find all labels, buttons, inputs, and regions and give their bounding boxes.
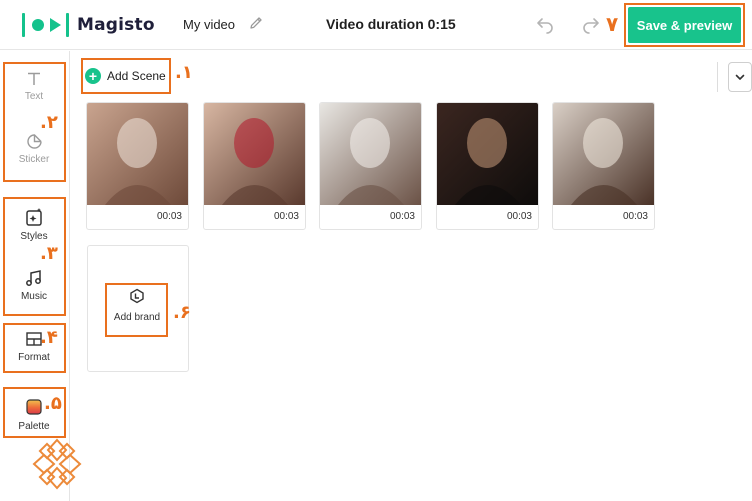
add-brand-button[interactable]: Add brand — [107, 288, 167, 323]
annotation-number-5: .۵ — [44, 393, 62, 414]
scene-card[interactable]: 00:03 — [86, 102, 189, 230]
video-duration: Video duration 0:15 — [326, 16, 456, 32]
scene-duration: 00:03 — [156, 211, 182, 222]
annotation-number-2: .۲ — [40, 112, 58, 133]
plus-circle-icon: + — [85, 68, 101, 84]
annotation-number-1: .۱ — [175, 62, 193, 83]
sidebar-item-label: Palette — [18, 421, 50, 432]
scene-thumbnail — [553, 103, 654, 205]
scene-thumbnail — [204, 103, 305, 205]
add-scene-label: Add Scene — [107, 69, 166, 83]
music-icon — [26, 270, 41, 286]
decorative-watermark-logo — [32, 438, 82, 490]
palette-icon — [26, 399, 42, 415]
styles-icon — [26, 208, 42, 226]
edit-pencil-icon[interactable] — [248, 15, 264, 31]
divider — [717, 62, 718, 92]
annotation-number-6: .۶ — [173, 302, 191, 323]
sidebar-item-label: Sticker — [18, 154, 50, 165]
sidebar-item-text[interactable]: Text — [4, 71, 64, 102]
chevron-down-icon — [735, 74, 745, 80]
sidebar-item-label: Music — [20, 291, 48, 302]
collapse-toggle-button[interactable] — [728, 62, 752, 92]
text-icon — [28, 72, 40, 85]
scene-duration: 00:03 — [389, 211, 415, 222]
logo-record-icon — [32, 19, 44, 31]
scene-thumbnail — [437, 103, 538, 205]
scene-duration: 00:03 — [273, 211, 299, 222]
scene-card[interactable]: 00:03 — [203, 102, 306, 230]
add-brand-label: Add brand — [113, 312, 161, 323]
sidebar-item-styles[interactable]: Styles — [4, 207, 64, 242]
scene-thumbnail — [87, 103, 188, 205]
logo-play-icon — [50, 18, 61, 32]
brand-logo-icon — [130, 288, 144, 304]
scene-card[interactable]: 00:03 — [319, 102, 422, 230]
scene-duration: 00:03 — [622, 211, 648, 222]
scene-card[interactable]: 00:03 — [552, 102, 655, 230]
sidebar-item-label: Text — [24, 91, 44, 102]
sidebar-item-music[interactable]: Music — [4, 269, 64, 302]
sticker-icon — [26, 134, 42, 149]
logo-text: Magisto — [77, 15, 155, 35]
undo-icon[interactable] — [535, 14, 555, 34]
scene-duration: 00:03 — [506, 211, 532, 222]
scene-card[interactable]: 00:03 — [436, 102, 539, 230]
project-title[interactable]: My video — [183, 17, 235, 32]
annotation-number-4: .۴ — [40, 327, 58, 348]
sidebar-item-label: Format — [18, 352, 50, 363]
annotation-number-3: .۳ — [40, 243, 58, 264]
add-scene-button[interactable]: + Add Scene — [85, 62, 166, 90]
redo-icon[interactable] — [581, 14, 601, 34]
logo-bar-icon — [66, 13, 69, 37]
logo-bar-icon — [22, 13, 25, 37]
sidebar-item-sticker[interactable]: Sticker — [4, 133, 64, 165]
save-and-preview-button[interactable]: Save & preview — [628, 7, 741, 43]
sidebar-item-label: Styles — [20, 231, 48, 242]
scene-thumbnail — [320, 103, 421, 205]
annotation-number-7: ۷ — [606, 12, 619, 36]
magisto-logo[interactable]: Magisto — [22, 12, 155, 38]
